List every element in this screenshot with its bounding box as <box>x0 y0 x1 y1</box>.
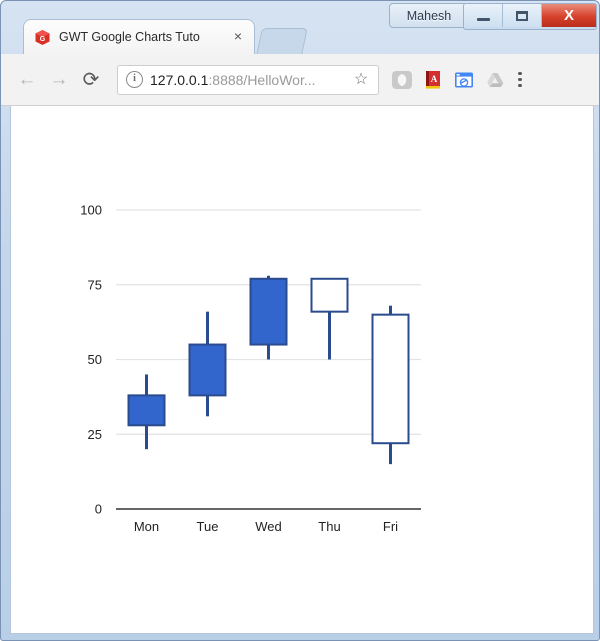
extension-toolbar: A <box>391 69 506 91</box>
y-axis-tick-label: 75 <box>88 277 102 292</box>
tab-close-icon[interactable]: × <box>230 29 246 45</box>
y-axis-tick-label: 100 <box>80 203 102 218</box>
back-button[interactable]: ← <box>11 64 43 96</box>
menu-dot-icon <box>518 77 522 82</box>
screenshot-extension-icon[interactable] <box>453 69 475 91</box>
y-axis-tick-label: 50 <box>88 352 102 367</box>
candle-body <box>249 277 288 346</box>
candlestick-fri <box>371 305 410 465</box>
dictionary-extension-icon[interactable]: A <box>422 69 444 91</box>
x-axis-tick-label: Mon <box>134 519 159 534</box>
candle-body <box>188 343 227 397</box>
forward-button[interactable]: → <box>43 64 75 96</box>
candlestick-wed <box>249 275 288 360</box>
tab-title: GWT Google Charts Tuto <box>59 30 200 44</box>
candle-body <box>127 394 166 427</box>
page-info-icon[interactable]: i <box>126 71 143 88</box>
menu-dot-icon <box>518 84 522 88</box>
reload-button[interactable]: ⟳ <box>75 64 107 96</box>
shield-extension-icon[interactable] <box>391 69 413 91</box>
x-axis-tick-label: Tue <box>197 519 219 534</box>
candlestick-tue <box>188 311 227 417</box>
url-path: :8888/HelloWor... <box>208 71 316 88</box>
page-viewport: 0 25 50 75 100 Mon Tue Wed Thu Fri <box>10 106 594 634</box>
x-axis-tick-label: Fri <box>383 519 398 534</box>
browser-toolbar: ← → ⟳ i 127.0.0.1:8888/HelloWor... ☆ A <box>1 54 599 106</box>
forward-arrow-icon: → <box>49 68 69 90</box>
x-axis-tick-label: Thu <box>318 519 340 534</box>
y-axis-tick-label: 25 <box>88 427 102 442</box>
tab-gwt-google-charts[interactable]: G GWT Google Charts Tuto × <box>23 19 255 54</box>
svg-text:A: A <box>431 74 438 84</box>
drive-extension-icon[interactable] <box>484 69 506 91</box>
back-arrow-icon: ← <box>17 68 37 90</box>
url-text: 127.0.0.1:8888/HelloWor... <box>150 72 352 88</box>
svg-text:G: G <box>40 36 46 43</box>
candle-body <box>310 277 349 313</box>
chrome-menu-button[interactable] <box>510 68 530 92</box>
url-host: 127.0.0.1 <box>150 71 209 88</box>
browser-window: Mahesh X G GWT Google Charts Tuto × ← → … <box>0 0 600 641</box>
address-bar[interactable]: i 127.0.0.1:8888/HelloWor... ☆ <box>117 64 379 95</box>
chart-svg: 0 25 50 75 100 Mon Tue Wed Thu Fri <box>80 203 421 534</box>
y-axis-tick-label: 0 <box>95 502 102 517</box>
gwt-favicon-icon: G <box>34 29 51 46</box>
new-tab-button[interactable] <box>256 28 308 55</box>
candlestick-thu <box>310 277 349 360</box>
candle-body <box>371 313 410 445</box>
reload-icon: ⟳ <box>82 69 100 91</box>
candlestick-chart: 0 25 50 75 100 Mon Tue Wed Thu Fri <box>11 106 593 633</box>
bookmark-star-icon[interactable]: ☆ <box>352 71 370 89</box>
candlestick-mon <box>127 374 166 450</box>
menu-dot-icon <box>518 71 522 75</box>
x-axis-tick-label: Wed <box>255 519 282 534</box>
tab-strip: G GWT Google Charts Tuto × <box>1 19 599 55</box>
